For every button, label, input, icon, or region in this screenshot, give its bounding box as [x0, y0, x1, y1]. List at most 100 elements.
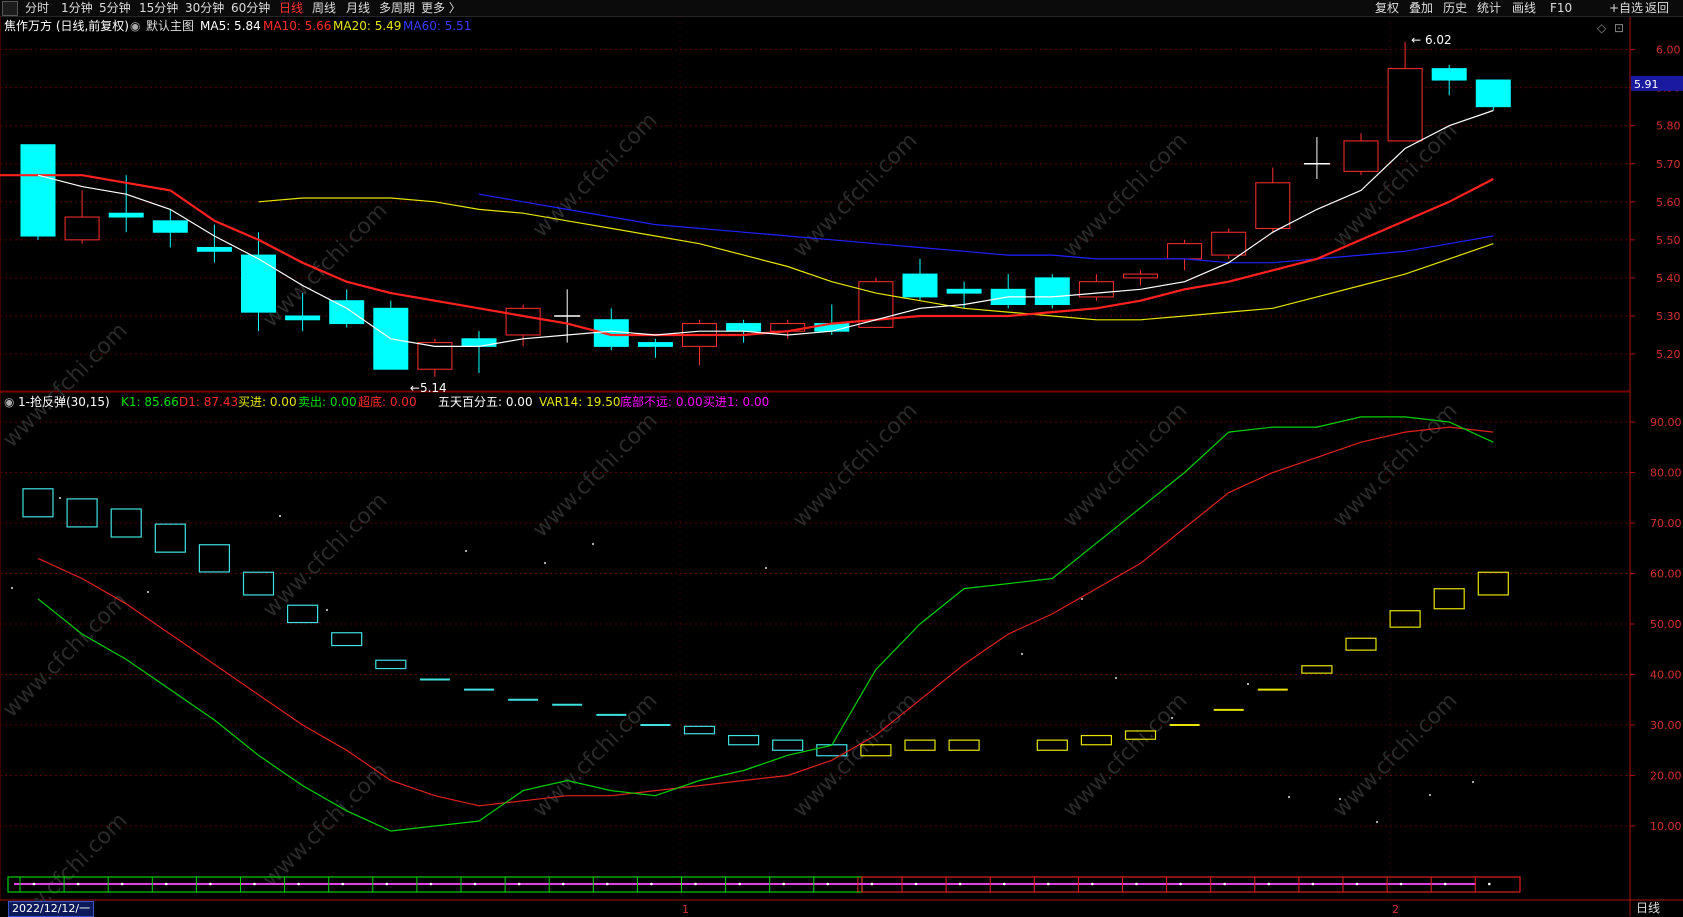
var14-bar: [1389, 610, 1421, 628]
watermark-text: www.cfchi.com: [528, 408, 662, 542]
candle-body: [1387, 68, 1423, 142]
not-far-value: 底部不远: 0.00: [620, 395, 703, 409]
signal-strip-dot: [914, 882, 918, 886]
toolbar-item-2[interactable]: 5分钟: [99, 0, 131, 16]
signal-strip-dot: [561, 882, 565, 886]
sell-value: 卖出: 0.00: [298, 395, 357, 409]
toolbar-item-0[interactable]: 分时: [25, 0, 49, 16]
toolbar-right-item-7[interactable]: 返回: [1645, 0, 1669, 16]
signal-strip-dot: [606, 882, 609, 886]
signal-strip-dot: [429, 882, 433, 886]
signal-strip-dot: [1047, 882, 1050, 886]
candle-body: [1255, 182, 1291, 229]
toolbar-right-item-0[interactable]: 复权: [1375, 0, 1399, 16]
signal-strip-dot: [120, 882, 124, 886]
indicator-tick-label: 40.00: [1650, 669, 1682, 682]
toolbar-item-9[interactable]: 多周期: [379, 0, 415, 16]
candle-body: [108, 212, 144, 218]
signal-strip-dot: [1399, 882, 1403, 886]
candle-body: [1343, 140, 1379, 172]
var14-bar: [904, 739, 936, 751]
indicator-dot: [1428, 793, 1432, 797]
var14-bar: [1477, 571, 1509, 596]
signal-strip-dot: [650, 882, 653, 886]
price-tick-label: 5.40: [1656, 272, 1681, 285]
indicator-tick-label: 50.00: [1650, 618, 1682, 631]
signal-strip-dot: [253, 882, 256, 886]
watermark-text: www.cfchi.com: [0, 318, 133, 452]
bottom-value: 超底: 0.00: [358, 395, 417, 409]
month-mark: 1: [682, 903, 689, 916]
toolbar-item-6[interactable]: 日线: [279, 0, 303, 16]
signal-strip-dot: [1311, 882, 1315, 886]
month-mark: 2: [1392, 903, 1399, 916]
period-label[interactable]: 日线: [1636, 901, 1660, 915]
indicator-dot: [1375, 820, 1379, 824]
candle-body: [329, 300, 365, 325]
toolbar-item-8[interactable]: 月线: [346, 0, 370, 16]
indicator-name[interactable]: 1-抢反弹(30,15): [18, 395, 110, 409]
candle-body: [593, 319, 629, 347]
ma10-value: MA10: 5.66: [263, 19, 332, 33]
cursor-date-label: 2022/12/12/一: [8, 901, 95, 917]
watermark-text: www.cfchi.com: [258, 758, 392, 892]
template-name[interactable]: 默认主图: [146, 19, 194, 33]
indicator-tick-label: 30.00: [1650, 719, 1682, 732]
var14-bar: [331, 632, 363, 647]
toolbar-right-item-4[interactable]: 画线: [1512, 0, 1536, 16]
var14-bar: [22, 488, 54, 518]
candle-body: [461, 338, 497, 347]
signal-strip-dot: [385, 882, 389, 886]
diamond-icon: ◇: [1597, 21, 1607, 35]
var14-bar: [242, 571, 275, 596]
watermark-text: www.cfchi.com: [788, 398, 922, 532]
period-toolbar: 分时 1分钟 5分钟 15分钟 30分钟 60分钟 日线 周线 月线 多周期 更多 〉 复权 叠加 历史统…: [0, 0, 1683, 17]
signal-strip-dot: [1002, 882, 1006, 886]
indicator-dot: [1170, 716, 1174, 720]
buy1-value: 买进1: 0.00: [703, 395, 770, 409]
indicator-dot: [10, 586, 14, 590]
window-menu-icon[interactable]: [2, 1, 18, 16]
indicator-dot: [325, 608, 329, 612]
toolbar-item-1[interactable]: 1分钟: [61, 0, 93, 16]
var14-bar: [1433, 588, 1465, 610]
indicator-dot: [543, 561, 547, 565]
var14-bar: [1345, 637, 1377, 651]
ma60-value: MA60: 5.51: [403, 19, 472, 33]
kline-chart[interactable]: 6.005.905.805.705.605.505.405.305.2090.0…: [0, 0, 1683, 916]
toolbar-item-5[interactable]: 60分钟: [231, 0, 270, 16]
toolbar-right-item-2[interactable]: 历史: [1443, 0, 1467, 16]
candle-body: [64, 216, 100, 241]
candle-body: [1167, 243, 1203, 260]
indicator-toggle-icon[interactable]: ◉: [4, 395, 14, 409]
candle-body: [20, 144, 56, 237]
var14-bar: [154, 523, 186, 553]
toolbar-item-4[interactable]: 30分钟: [185, 0, 224, 16]
indicator-dot: [1080, 597, 1084, 601]
buy-value: 买进: 0.00: [238, 395, 297, 409]
indicator-tick-label: 20.00: [1650, 770, 1682, 783]
indicator-dot: [1287, 795, 1291, 799]
var14-bar: [1080, 734, 1113, 746]
var14-bar: [287, 604, 319, 624]
main-chart-legend: 焦作万方 (日线,前复权) ◉ 默认主图 MA5: 5.84 MA10: 5.6…: [0, 19, 600, 33]
watermark-text: www.cfchi.com: [788, 688, 922, 822]
toolbar-item-7[interactable]: 周线: [312, 0, 336, 16]
signal-strip-dot: [1135, 882, 1138, 886]
toolbar-right-item-3[interactable]: 统计: [1477, 0, 1501, 16]
signal-strip-dot: [958, 882, 962, 886]
signal-strip-dot: [341, 882, 345, 886]
candle-body: [902, 273, 938, 298]
toolbar-right-item-5[interactable]: F10: [1550, 0, 1572, 16]
indicator-dot: [278, 514, 282, 518]
toolbar-item-10[interactable]: 更多 〉: [421, 0, 461, 16]
template-icon[interactable]: ◉: [130, 19, 140, 33]
toolbar-item-3[interactable]: 15分钟: [139, 0, 178, 16]
candle-body: [241, 254, 276, 313]
candle-body: [1431, 68, 1467, 81]
toolbar-right-item-6[interactable]: +自选: [1609, 0, 1643, 16]
candle-body: [1475, 79, 1511, 108]
candle-body: [196, 246, 232, 252]
signal-strip-dot: [1488, 882, 1491, 886]
toolbar-right-item-1[interactable]: 叠加: [1409, 0, 1433, 16]
